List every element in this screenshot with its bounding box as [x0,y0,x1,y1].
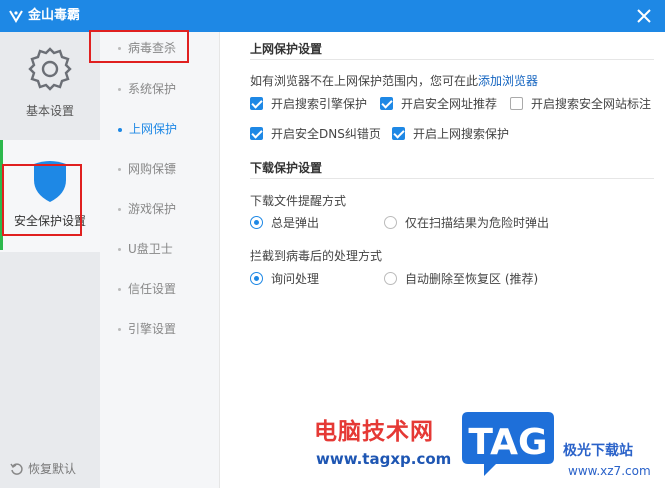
watermark-text: 电脑技术网 [314,419,434,445]
sub-nav-engine-settings[interactable]: 引擎设置 [100,317,220,341]
radio-icon [384,272,397,285]
title-bar: 金山毒霸 [0,0,665,32]
nav-basic-label: 基本设置 [25,104,74,118]
bullet-icon [118,328,121,331]
radio-auto-delete[interactable]: 自动删除至恢复区 (推荐) [384,271,538,287]
radio-icon [250,216,263,229]
checkbox-icon [250,97,263,110]
app-title: 金山毒霸 [28,8,81,23]
bullet-icon [118,288,121,291]
download-protect-title: 下载保护设置 [250,161,323,175]
restore-icon [10,463,23,475]
checkbox-web-search-protect[interactable]: 开启上网搜索保护 [392,126,509,142]
bullet-icon [118,88,121,91]
browser-hint: 如有浏览器不在上网保护范围内，您可在此添加浏览器 [250,74,539,88]
reminder-label: 下载文件提醒方式 [250,194,347,208]
add-browser-link[interactable]: 添加浏览器 [478,74,538,88]
sub-nav-game-protect[interactable]: 游戏保护 [100,197,220,221]
radio-popup-when-danger[interactable]: 仅在扫描结果为危险时弹出 [384,215,549,231]
watermark-right-text: 极光下载站 [563,443,633,459]
shield-icon [34,161,66,202]
bullet-icon [118,248,121,251]
checkbox-search-engine-protect[interactable]: 开启搜索引擎保护 [250,96,367,112]
radio-icon [250,272,263,285]
sub-nav: 病毒查杀 系统保护 上网保护 网购保镖 游戏保护 U盘卫士 信任设置 引擎设置 [100,32,220,488]
checkbox-safe-dns[interactable]: 开启安全DNS纠错页 [250,126,381,142]
radio-always-popup[interactable]: 总是弹出 [250,215,319,231]
app-logo-icon [9,10,23,23]
gear-icon [28,47,72,91]
nav-security-settings[interactable]: 安全保护设置 [0,140,100,252]
checkbox-icon [380,97,393,110]
restore-default-button[interactable]: 恢复默认 [10,460,76,477]
tag-logo-icon: TAG [462,412,554,476]
active-indicator [0,140,3,250]
restore-label: 恢复默认 [28,462,77,476]
action-label: 拦截到病毒后的处理方式 [250,249,383,263]
checkbox-safe-url-recommend[interactable]: 开启安全网址推荐 [380,96,497,112]
sub-nav-virus-scan[interactable]: 病毒查杀 [100,36,220,60]
bullet-icon [118,127,122,132]
nav-basic-settings[interactable]: 基本设置 [0,42,100,142]
watermark-right-url: www.xz7.com [568,464,651,478]
sub-nav-system-protect[interactable]: 系统保护 [100,77,220,101]
checkbox-safe-site-mark[interactable]: 开启搜索安全网站标注 [510,96,651,112]
sub-nav-usb-guard[interactable]: U盘卫士 [100,237,220,261]
main-nav: 基本设置 安全保护设置 恢复默认 [0,32,100,488]
sub-nav-shopping-guard[interactable]: 网购保镖 [100,157,220,181]
web-protect-title: 上网保护设置 [250,42,323,56]
bullet-icon [118,208,121,211]
checkbox-icon [392,127,405,140]
checkbox-icon [250,127,263,140]
close-icon[interactable] [635,7,653,25]
sub-nav-web-protect[interactable]: 上网保护 [100,117,220,141]
bullet-icon [118,168,121,171]
divider [250,59,654,60]
divider [250,178,654,179]
sub-nav-trust-settings[interactable]: 信任设置 [100,277,220,301]
radio-ask[interactable]: 询问处理 [250,271,319,287]
checkbox-icon [510,97,523,110]
bullet-icon [118,47,121,50]
nav-security-label: 安全保护设置 [13,214,86,228]
radio-icon [384,216,397,229]
content-panel: 上网保护设置 如有浏览器不在上网保护范围内，您可在此添加浏览器 开启搜索引擎保护… [220,32,665,488]
tag-logo-text: TAG [468,422,547,463]
watermark-url: www.tagxp.com [316,450,452,468]
